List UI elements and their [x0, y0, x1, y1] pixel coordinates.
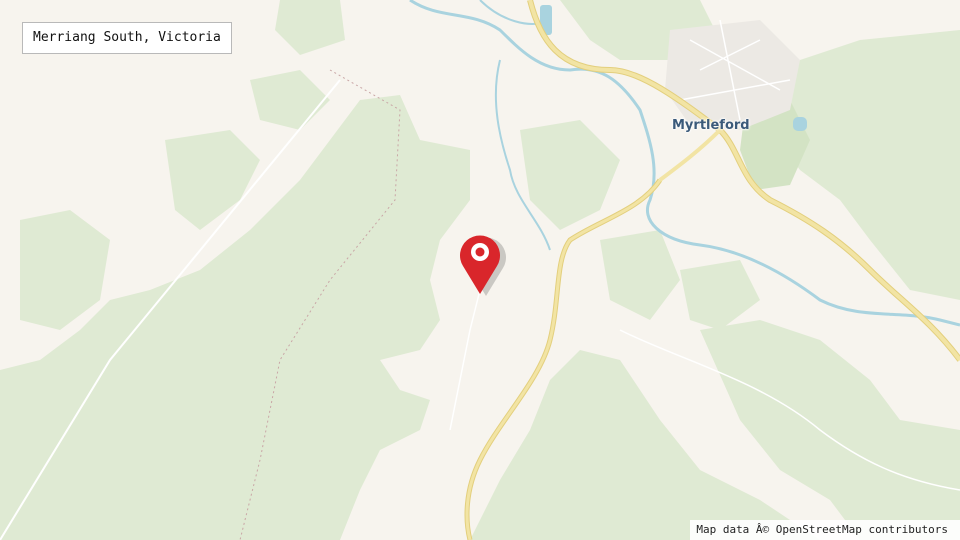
- map-view[interactable]: Merriang South, Victoria Myrtleford Map …: [0, 0, 960, 540]
- town-label-myrtleford[interactable]: Myrtleford: [672, 118, 750, 133]
- lake: [793, 117, 807, 131]
- map-pin-icon[interactable]: [456, 228, 506, 296]
- map-attribution[interactable]: Map data Â© OpenStreetMap contributors: [690, 520, 960, 540]
- location-label: Merriang South, Victoria: [22, 22, 232, 54]
